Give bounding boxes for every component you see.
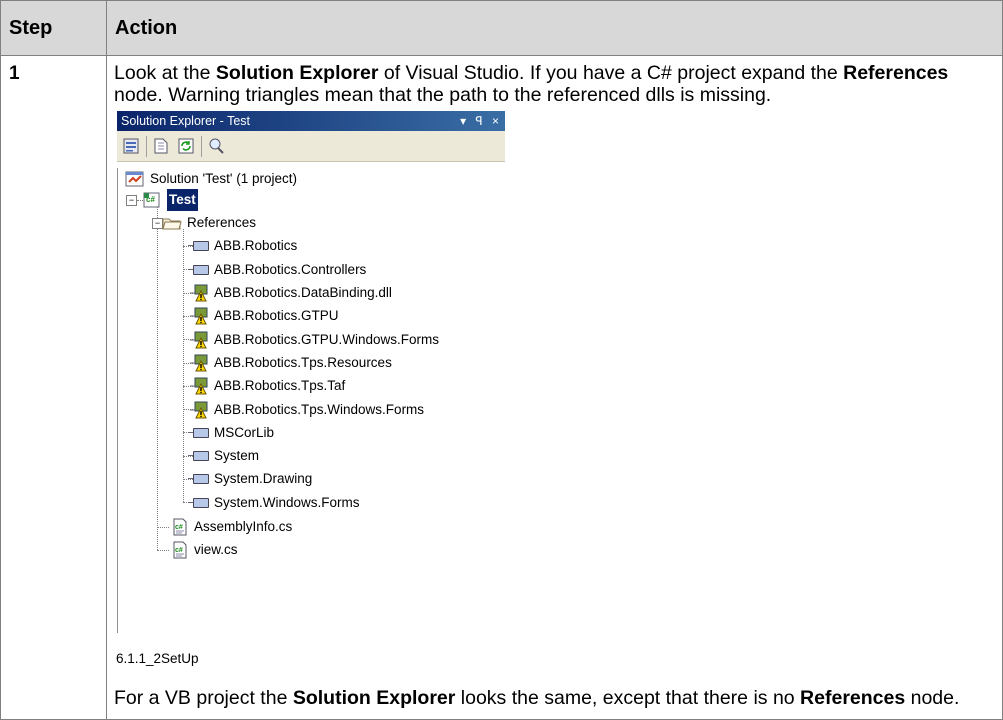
window-title: Solution Explorer - Test: [121, 114, 250, 128]
warning-icon: [190, 354, 208, 372]
reference-icon: [188, 497, 209, 508]
tree-item-label: System.Drawing: [214, 471, 313, 487]
view-class-diagram-icon[interactable]: [207, 137, 225, 155]
tree-item-project-test[interactable]: c# Test: [142, 189, 198, 212]
vb-note-paragraph: For a VB project the Solution Explorer l…: [114, 687, 994, 709]
tree-item-label: Solution 'Test' (1 project): [150, 171, 297, 187]
step-number: 1: [0, 55, 107, 720]
header-step: Step: [0, 0, 107, 56]
tree-item-label: view.cs: [194, 542, 238, 558]
tree-item-references-folder[interactable]: References: [162, 212, 256, 234]
tree-item-label: ABB.Robotics.Tps.Windows.Forms: [214, 401, 425, 417]
tree-item-solution[interactable]: Solution 'Test' (1 project): [125, 168, 297, 190]
warning-icon: [190, 401, 208, 419]
solution-icon: [125, 171, 144, 187]
bold-text: Solution Explorer: [292, 687, 456, 709]
tree-item-reference[interactable]: ABB.Robotics.GTPU.Windows.Forms: [189, 328, 439, 350]
procedure-table: Step Action 1 Look at the Solution Explo…: [0, 0, 1003, 720]
svg-text:c#: c#: [175, 524, 183, 531]
tree-item-reference[interactable]: ABB.Robotics: [188, 235, 298, 257]
tree-connector: [183, 229, 184, 503]
solution-explorer-titlebar: Solution Explorer - Test ▾ ꟼ ×: [117, 111, 505, 131]
tree-item-label: References: [187, 215, 257, 231]
csharp-file-icon: c#: [173, 518, 187, 536]
csharp-file-icon: c#: [173, 541, 187, 559]
warning-icon: [190, 284, 208, 302]
tree-item-label: ABB.Robotics.GTPU.Windows.Forms: [214, 331, 440, 347]
text: node.: [905, 687, 960, 709]
solution-explorer-screenshot: Solution Explorer - Test ▾ ꟼ × − − Soluti…: [117, 111, 505, 641]
tree-item-label: System: [214, 448, 260, 464]
window-controls[interactable]: ▾ ꟼ ×: [460, 111, 502, 131]
refresh-icon[interactable]: [177, 137, 195, 155]
text: looks the same, except that there is no: [455, 687, 801, 709]
bold-text: References: [800, 687, 906, 709]
text: Look at the: [114, 62, 216, 84]
tree-item-label: ABB.Robotics.Controllers: [214, 261, 367, 277]
warning-icon: [190, 377, 208, 395]
action-cell: Look at the Solution Explorer of Visual …: [106, 55, 1003, 720]
warning-icon: [190, 307, 208, 325]
tree-connector: [157, 206, 158, 550]
tree-item-reference[interactable]: ABB.Robotics.DataBinding.dll: [189, 282, 392, 304]
tree-item-reference[interactable]: ABB.Robotics.Controllers: [188, 258, 367, 280]
tree-item-file[interactable]: c# view.cs: [171, 539, 238, 561]
tree-item-reference[interactable]: MSCorLib: [188, 421, 275, 443]
text: node. Warning triangles mean that the pa…: [114, 84, 772, 106]
tree-item-reference[interactable]: ABB.Robotics.Tps.Resources: [189, 352, 392, 374]
header-action: Action: [106, 0, 1003, 56]
tree-connector: [157, 549, 169, 551]
svg-text:c#: c#: [175, 547, 183, 554]
solution-explorer-toolbar: [117, 131, 505, 162]
tree-item-label: MSCorLib: [214, 424, 275, 440]
tree-item-label: ABB.Robotics.DataBinding.dll: [214, 285, 392, 301]
csharp-project-icon: c#: [143, 192, 160, 208]
tree-item-reference[interactable]: System.Windows.Forms: [188, 491, 360, 513]
reference-icon: [188, 451, 209, 462]
tree-item-reference[interactable]: System.Drawing: [188, 468, 313, 490]
tree-item-file[interactable]: c# AssemblyInfo.cs: [171, 516, 292, 538]
tree-item-label: System.Windows.Forms: [214, 494, 360, 510]
warning-icon: [190, 331, 208, 349]
tree-item-reference[interactable]: ABB.Robotics.Tps.Taf: [189, 375, 345, 397]
bold-text: Solution Explorer: [215, 62, 379, 84]
tree-item-label: AssemblyInfo.cs: [194, 519, 293, 535]
explorer-left-border: [117, 168, 118, 633]
tree-item-label: ABB.Robotics: [214, 238, 298, 254]
tree-item-label: Test: [167, 189, 198, 212]
bold-text: References: [843, 62, 949, 84]
figure-caption: 6.1.1_2SetUp: [116, 651, 199, 666]
reference-icon: [188, 474, 209, 485]
toolbar-separator: [146, 136, 147, 157]
collapse-toggle[interactable]: −: [126, 195, 137, 206]
tree-item-label: ABB.Robotics.Tps.Resources: [214, 354, 392, 370]
tree-item-label: ABB.Robotics.GTPU: [214, 308, 339, 324]
toolbar-separator: [201, 136, 202, 157]
text: of Visual Studio. If you have a C# proje…: [378, 62, 844, 84]
properties-icon[interactable]: [122, 137, 140, 155]
tree-item-label: ABB.Robotics.Tps.Taf: [214, 378, 346, 394]
tree-item-reference[interactable]: ABB.Robotics.Tps.Windows.Forms: [189, 398, 424, 420]
show-all-files-icon[interactable]: [152, 137, 170, 155]
reference-icon: [188, 264, 209, 275]
tree-connector: [157, 526, 169, 528]
tree-item-reference[interactable]: ABB.Robotics.GTPU: [189, 305, 339, 327]
reference-icon: [188, 427, 209, 438]
folder-open-icon: [162, 218, 182, 230]
reference-icon: [188, 241, 209, 252]
tree-item-reference[interactable]: System: [188, 445, 260, 467]
instruction-paragraph: Look at the Solution Explorer of Visual …: [114, 62, 994, 106]
text: For a VB project the: [114, 687, 293, 709]
